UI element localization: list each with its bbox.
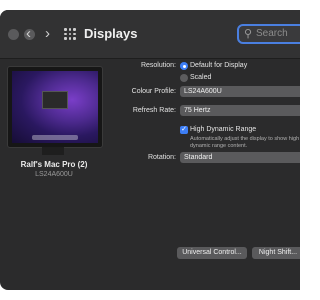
chevron-right-icon[interactable]: › (45, 24, 50, 44)
hdr-checkbox[interactable]: ✓ (180, 126, 188, 134)
search-icon: ⚲ (244, 28, 253, 40)
monitor-stand (42, 147, 64, 155)
night-shift-button[interactable]: Night Shift... (252, 247, 300, 259)
toolbar: ‹ › Displays ⚲ Search (0, 10, 300, 59)
displays-window: ‹ › Displays ⚲ Search Ralf's Mac Pro (2)… (0, 10, 300, 290)
display-preview[interactable] (7, 66, 103, 148)
rotation-select[interactable]: Standard (180, 152, 300, 163)
close-window-icon[interactable] (8, 29, 19, 40)
hdr-label: High Dynamic Range (190, 126, 257, 133)
window-title: Displays (84, 26, 138, 41)
resolution-scaled-label: Scaled (190, 74, 212, 81)
display-name: Ralf's Mac Pro (2) (20, 160, 88, 169)
resolution-default-radio[interactable] (180, 62, 188, 70)
wallpaper-image (12, 71, 98, 143)
preview-dock (32, 135, 78, 140)
search-placeholder: Search (256, 28, 288, 39)
grid-icon[interactable] (64, 28, 76, 40)
display-model: LS24A600U (35, 171, 73, 178)
refresh-rate-select[interactable]: 75 Hertz (180, 105, 300, 116)
colour-profile-select[interactable]: LS24A600U (180, 86, 300, 97)
hdr-description: Automatically adjust the display to show… (190, 136, 300, 149)
rotation-label: Rotation: (147, 154, 176, 161)
preview-window (42, 91, 68, 109)
resolution-scaled-radio[interactable] (180, 74, 188, 82)
search-input[interactable]: ⚲ Search (237, 24, 300, 44)
universal-control-button[interactable]: Universal Control... (177, 247, 247, 259)
resolution-label: Resolution: (140, 62, 176, 69)
colour-profile-label: Colour Profile: (131, 88, 176, 95)
resolution-default-label: Default for Display (190, 62, 248, 69)
refresh-rate-label: Refresh Rate: (132, 107, 176, 114)
chevron-left-icon[interactable]: ‹ (26, 24, 31, 44)
